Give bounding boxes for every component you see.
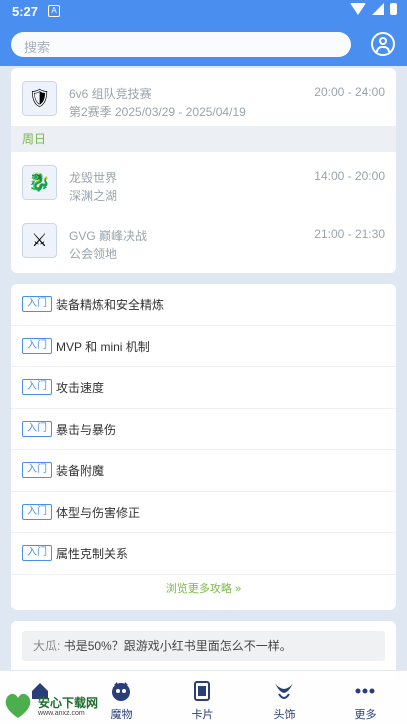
guide-item[interactable]: 入门 装备附魔: [11, 450, 396, 492]
tab-label: 头饰: [273, 709, 296, 721]
guide-label: MVP 和 mini 机制: [56, 339, 150, 354]
status-time: 5:27: [12, 4, 39, 19]
tab-cards[interactable]: 卡片: [162, 671, 243, 724]
guide-tag: 入门: [22, 296, 52, 312]
status-icons: [350, 3, 397, 15]
guide-tag: 入门: [22, 503, 52, 520]
event-row[interactable]: 🛡 6v6 组队竞技赛 第2赛季 2025/03/29 - 2025/04/19…: [11, 68, 396, 126]
guide-label: 攻击速度: [56, 381, 105, 395]
watermark-logo: [5, 693, 31, 718]
card-icon: [194, 681, 210, 701]
guide-item[interactable]: 入门 属性克制关系: [11, 533, 396, 575]
guide-item[interactable]: 入门 攻击速度: [11, 367, 396, 409]
event-title: GVG 巅峰决战: [69, 229, 148, 243]
site-watermark: 安心下载网 www.anxz.com: [2, 688, 106, 720]
event-time: 20:00 - 24:00: [314, 85, 385, 99]
event-row[interactable]: ⚔ GVG 巅峰决战 公会领地 21:00 - 21:30: [11, 210, 396, 268]
tab-label: 更多: [354, 709, 377, 721]
guide-label: 装备精炼和安全精炼: [56, 298, 165, 312]
comment-text: 书是50%？跟游戏小红书里面怎么不一样。: [63, 639, 292, 653]
event-subtitle: 公会领地: [69, 247, 118, 261]
event-subtitle: 深渊之湖: [69, 189, 118, 203]
event-time: 21:00 - 21:30: [314, 227, 385, 241]
dragon-icon: 🐉: [22, 165, 57, 200]
comment-bubble[interactable]: 大瓜: 书是50%？跟游戏小红书里面怎么不一样。: [22, 631, 385, 661]
shield-badge-icon: 🛡: [22, 81, 57, 116]
tab-label: 卡片: [191, 709, 214, 721]
event-subtitle: 第2赛季 2025/03/29 - 2025/04/19: [69, 105, 246, 119]
watermark-name: 安心下载网: [38, 696, 99, 710]
event-schedule-card: 🛡 6v6 组队竞技赛 第2赛季 2025/03/29 - 2025/04/19…: [11, 68, 396, 273]
guide-label: 体型与伤害修正: [56, 505, 141, 520]
guide-tag: 入门: [22, 379, 52, 395]
wifi-icon: [350, 3, 366, 15]
guide-label: 暴击与暴伤: [56, 422, 117, 437]
guide-tag: 入门: [22, 337, 52, 354]
guide-tag: 入门: [22, 462, 52, 478]
guide-item[interactable]: 入门 暴击与暴伤: [11, 409, 396, 450]
monster-icon: [112, 682, 130, 701]
search-placeholder: 搜索: [24, 40, 51, 55]
headgear-icon: [275, 683, 293, 699]
more-guides-link[interactable]: 浏览更多攻略 »: [11, 580, 396, 596]
event-title: 6v6 组队竞技赛: [69, 87, 152, 101]
tab-headgear[interactable]: 头饰: [244, 671, 325, 724]
more-icon: [355, 688, 375, 694]
guide-item[interactable]: 入门 体型与伤害修正: [11, 492, 396, 533]
crossed-swords-icon: ⚔: [22, 223, 57, 258]
comment-author: 大瓜:: [33, 639, 61, 653]
day-header: 周日: [11, 126, 396, 152]
event-title: 龙毁世界: [69, 171, 118, 185]
event-time: 14:00 - 20:00: [314, 169, 385, 183]
search-input[interactable]: 搜索: [11, 32, 351, 57]
app-bar: 搜索: [0, 24, 407, 66]
guide-tag: 入门: [22, 420, 52, 437]
profile-icon[interactable]: [371, 32, 395, 56]
guide-list-card: 入门 装备精炼和安全精炼 入门 MVP 和 mini 机制 入门 攻击速度 入门…: [11, 284, 396, 610]
guide-item[interactable]: 入门 MVP 和 mini 机制: [11, 326, 396, 367]
signal-icon: [372, 3, 384, 15]
guide-label: 属性克制关系: [56, 547, 129, 561]
guide-item[interactable]: 入门 装备精炼和安全精炼: [11, 284, 396, 326]
guide-tag: 入门: [22, 545, 52, 561]
battery-icon: [390, 3, 397, 15]
guide-label: 装备附魔: [56, 464, 105, 478]
tab-more[interactable]: 更多: [325, 671, 406, 724]
status-bar: 5:27 A: [0, 0, 407, 24]
notification-icon: A: [48, 5, 60, 17]
event-row[interactable]: 🐉 龙毁世界 深渊之湖 14:00 - 20:00: [11, 152, 396, 210]
watermark-url: www.anxz.com: [38, 710, 85, 717]
